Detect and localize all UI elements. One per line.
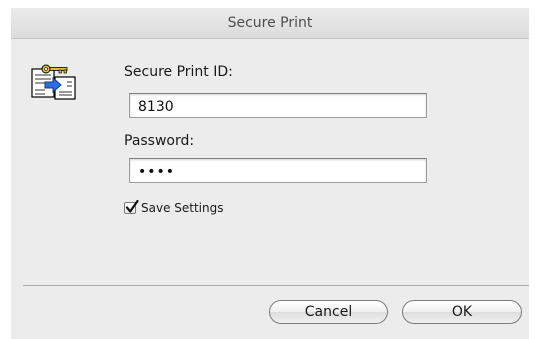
cancel-button[interactable]: Cancel bbox=[269, 300, 388, 324]
button-divider bbox=[23, 285, 529, 286]
password-input[interactable] bbox=[129, 158, 427, 183]
save-settings-label[interactable]: Save Settings bbox=[141, 201, 224, 215]
secure-print-id-label: Secure Print ID: bbox=[124, 64, 233, 80]
secure-print-id-input[interactable] bbox=[129, 93, 427, 118]
ok-button[interactable]: OK bbox=[402, 300, 522, 324]
dialog-title: Secure Print bbox=[11, 8, 529, 39]
save-settings-checkbox[interactable] bbox=[124, 199, 139, 214]
secure-print-dialog: Secure Print Secure Print ID: 8130 Passw… bbox=[11, 8, 529, 339]
checkmark-icon bbox=[125, 199, 139, 213]
password-label: Password: bbox=[124, 133, 195, 149]
secure-print-icon bbox=[31, 63, 81, 103]
